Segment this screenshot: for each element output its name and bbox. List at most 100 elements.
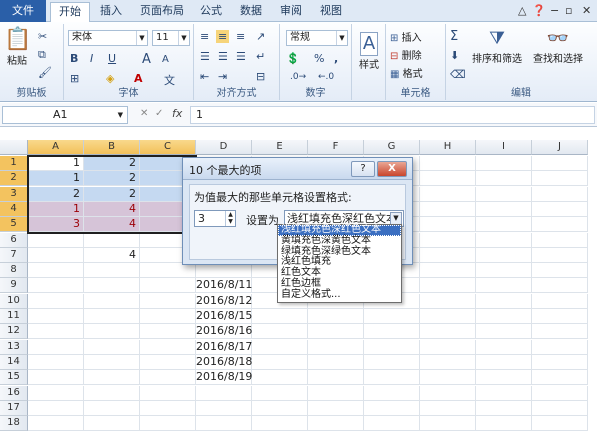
row-header[interactable]: 9 (0, 278, 28, 294)
cell-i16[interactable] (476, 385, 532, 401)
cell-e14[interactable] (252, 354, 308, 370)
tab-formulas[interactable]: 公式 (192, 2, 230, 22)
tab-data[interactable]: 数据 (232, 2, 270, 22)
cell-c17[interactable] (140, 400, 196, 416)
cell-c18[interactable] (140, 416, 196, 432)
cell-f11[interactable] (308, 309, 364, 324)
comma-button[interactable]: , (334, 52, 338, 65)
cell-i5[interactable] (476, 217, 532, 233)
tab-view[interactable]: 视图 (312, 2, 350, 22)
cell-c10[interactable] (140, 293, 196, 309)
cell-a14[interactable] (28, 354, 84, 370)
row-header[interactable]: 13 (0, 339, 28, 355)
cell-b6[interactable] (84, 232, 140, 248)
cell-h1[interactable] (420, 156, 476, 171)
cell-g17[interactable] (364, 400, 420, 416)
align-middle-icon[interactable]: ≡ (216, 30, 230, 43)
cell-a2[interactable]: 1 (28, 171, 84, 187)
dialog-close-button[interactable]: X (377, 161, 407, 177)
cell-d16[interactable] (196, 385, 252, 401)
cell-i13[interactable] (476, 339, 532, 355)
cell-g14[interactable] (364, 354, 420, 370)
cell-b8[interactable] (84, 263, 140, 279)
column-header[interactable]: J (532, 140, 588, 155)
cell-f12[interactable] (308, 324, 364, 340)
cell-h13[interactable] (420, 339, 476, 355)
cell-a5[interactable]: 3 (28, 217, 84, 233)
find-select-button[interactable]: 👓 查找和选择 (526, 28, 590, 65)
row-header[interactable]: 17 (0, 400, 28, 416)
format-painter-icon[interactable]: 🖌 (38, 66, 52, 79)
cell-b3[interactable]: 2 (84, 186, 140, 202)
cell-g18[interactable] (364, 416, 420, 432)
cell-b12[interactable] (84, 324, 140, 340)
font-name-select[interactable]: 宋体 ▼ (68, 30, 148, 46)
cell-a13[interactable] (28, 339, 84, 355)
cell-i11[interactable] (476, 309, 532, 324)
cell-i4[interactable] (476, 201, 532, 217)
clear-icon[interactable]: ⌫ (450, 68, 466, 81)
cell-e16[interactable] (252, 385, 308, 401)
cell-i17[interactable] (476, 400, 532, 416)
cell-f16[interactable] (308, 385, 364, 401)
cell-d14[interactable]: 2016/8/18 (196, 354, 252, 370)
cell-h11[interactable] (420, 309, 476, 324)
cell-f18[interactable] (308, 416, 364, 432)
cell-a3[interactable]: 2 (28, 186, 84, 202)
align-bottom-icon[interactable]: ≡ (236, 30, 245, 43)
cell-j14[interactable] (532, 354, 588, 370)
cell-j16[interactable] (532, 385, 588, 401)
merge-center-icon[interactable]: ⊟ (256, 70, 265, 83)
cell-a12[interactable] (28, 324, 84, 340)
cell-a18[interactable] (28, 416, 84, 432)
confirm-entry-icon[interactable]: ✓ (155, 108, 163, 119)
cell-b9[interactable] (84, 278, 140, 294)
copy-icon[interactable]: ⧉ (38, 48, 46, 62)
row-header[interactable]: 11 (0, 309, 28, 324)
row-header[interactable]: 1 (0, 156, 28, 171)
cell-j4[interactable] (532, 201, 588, 217)
cell-j8[interactable] (532, 263, 588, 279)
cell-h10[interactable] (420, 293, 476, 309)
bold-button[interactable]: B (70, 52, 78, 65)
cell-d17[interactable] (196, 400, 252, 416)
cell-c8[interactable] (140, 263, 196, 279)
percent-button[interactable]: % (314, 52, 324, 65)
item-count-spinner[interactable]: 3 ▲ ▼ (194, 210, 236, 227)
number-format-select[interactable]: 常规 ▼ (286, 30, 348, 46)
decrease-decimal-icon[interactable]: ←.0 (318, 72, 334, 82)
cell-a16[interactable] (28, 385, 84, 401)
dialog-title-bar[interactable]: 10 个最大的项 ? X (183, 158, 412, 180)
cell-j15[interactable] (532, 370, 588, 386)
cell-i7[interactable] (476, 247, 532, 263)
cell-j7[interactable] (532, 247, 588, 263)
column-header[interactable]: C (140, 140, 196, 155)
cell-j9[interactable] (532, 278, 588, 294)
dialog-help-button[interactable]: ? (351, 161, 375, 177)
format-option[interactable]: 自定义格式... (278, 289, 401, 301)
cell-j6[interactable] (532, 232, 588, 248)
cell-i9[interactable] (476, 278, 532, 294)
row-header[interactable]: 2 (0, 171, 28, 187)
cell-e13[interactable] (252, 339, 308, 355)
cell-i3[interactable] (476, 186, 532, 202)
cell-c15[interactable] (140, 370, 196, 386)
cell-a10[interactable] (28, 293, 84, 309)
cell-h6[interactable] (420, 232, 476, 248)
cell-c9[interactable] (140, 278, 196, 294)
cell-d10[interactable]: 2016/8/12 (196, 293, 252, 309)
formula-input[interactable]: 1 (190, 106, 595, 124)
cell-j17[interactable] (532, 400, 588, 416)
increase-indent-icon[interactable]: ⇥ (218, 70, 227, 83)
row-header[interactable]: 14 (0, 354, 28, 370)
column-header[interactable]: B (84, 140, 140, 155)
column-header[interactable]: I (476, 140, 532, 155)
align-left-icon[interactable]: ☰ (200, 50, 210, 63)
cell-h4[interactable] (420, 201, 476, 217)
tab-insert[interactable]: 插入 (92, 2, 130, 22)
cell-i1[interactable] (476, 156, 532, 171)
row-header[interactable]: 8 (0, 263, 28, 279)
format-option[interactable]: 黄填充色深黄色文本 (278, 235, 401, 247)
column-header[interactable]: A (28, 140, 84, 155)
cell-b4[interactable]: 4 (84, 201, 140, 217)
